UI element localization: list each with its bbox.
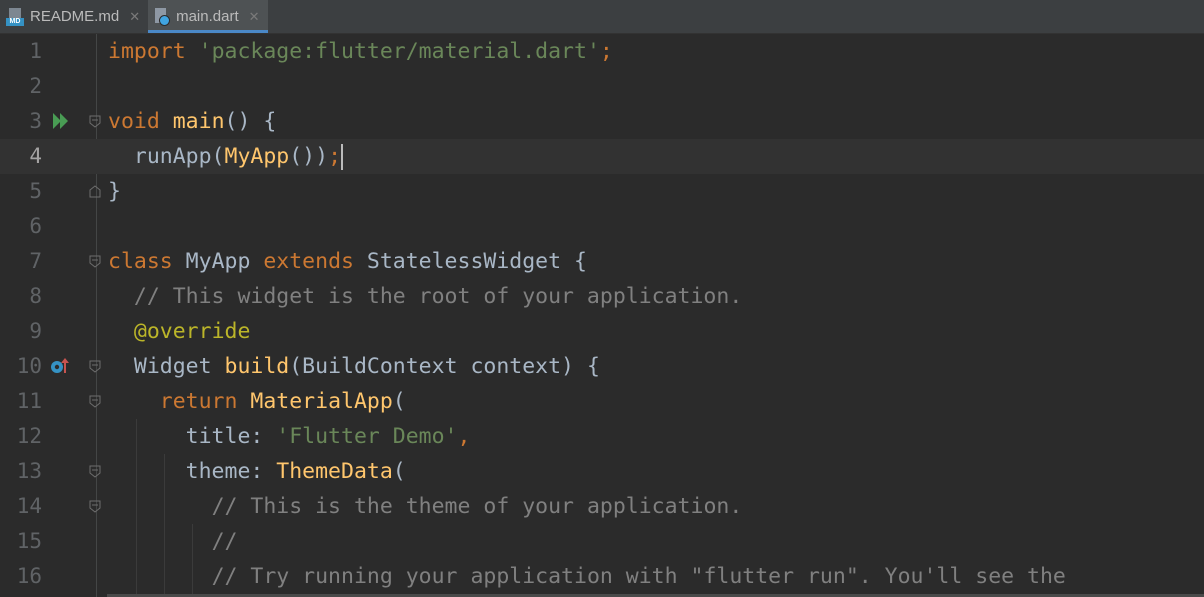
line-number: 15 [16,529,42,553]
run-icon[interactable] [52,111,72,131]
tab-main-dart[interactable]: main.dart ✕ [148,0,268,33]
markdown-file-icon: MD [6,7,24,26]
fold-icon[interactable] [89,255,101,268]
line-number: 9 [29,319,42,343]
text-cursor [341,144,344,170]
code-line: 3 void main() { [0,104,1204,139]
code-line: 14 // This is the theme of your applicat… [0,489,1204,524]
tab-readme-label: README.md [30,8,120,25]
line-number: 13 [16,459,42,483]
code-line: 2 [0,69,1204,104]
code-line: 13 theme: ThemeData( [0,454,1204,489]
tab-main-dart-label: main.dart [176,8,239,25]
code-line: 15 // [0,524,1204,559]
code-line: 1 import 'package:flutter/material.dart'… [0,34,1204,69]
line-number: 7 [29,249,42,273]
close-icon[interactable]: ✕ [249,9,260,25]
line-number: 6 [29,214,42,238]
line-number: 16 [16,564,42,588]
code-editor[interactable]: 1 import 'package:flutter/material.dart'… [0,34,1204,597]
code-line: 16 // Try running your application with … [0,559,1204,594]
code-line-current: 4 runApp(MyApp()); [0,139,1204,174]
fold-icon[interactable] [89,500,101,513]
line-number: 12 [16,424,42,448]
code-line: 9 @override [0,314,1204,349]
dart-file-icon [154,7,171,26]
line-number: 3 [29,109,42,133]
override-method-icon[interactable] [50,356,70,376]
line-number: 2 [29,74,42,98]
line-number: 11 [16,389,42,413]
code-line: 8 // This widget is the root of your app… [0,279,1204,314]
code-line: 7 class MyApp extends StatelessWidget { [0,244,1204,279]
fold-icon[interactable] [89,360,101,373]
line-number: 4 [29,144,42,168]
close-icon[interactable]: ✕ [129,9,140,25]
code-line: 11 return MaterialApp( [0,384,1204,419]
fold-icon[interactable] [89,395,101,408]
line-number: 10 [16,354,42,378]
fold-icon[interactable] [89,465,101,478]
code-line: 5 } [0,174,1204,209]
code-line: 12 title: 'Flutter Demo', [0,419,1204,454]
line-number: 5 [29,179,42,203]
line-number: 1 [29,39,42,63]
code-line: 10 Widget build(BuildContext context) { [0,349,1204,384]
line-number: 8 [29,284,42,308]
editor-tab-bar: MD README.md ✕ main.dart ✕ [0,0,1204,34]
fold-end-icon[interactable] [89,185,101,198]
tab-readme[interactable]: MD README.md ✕ [0,0,148,33]
code-line: 6 [0,209,1204,244]
line-number: 14 [16,494,42,518]
fold-icon[interactable] [89,115,101,128]
